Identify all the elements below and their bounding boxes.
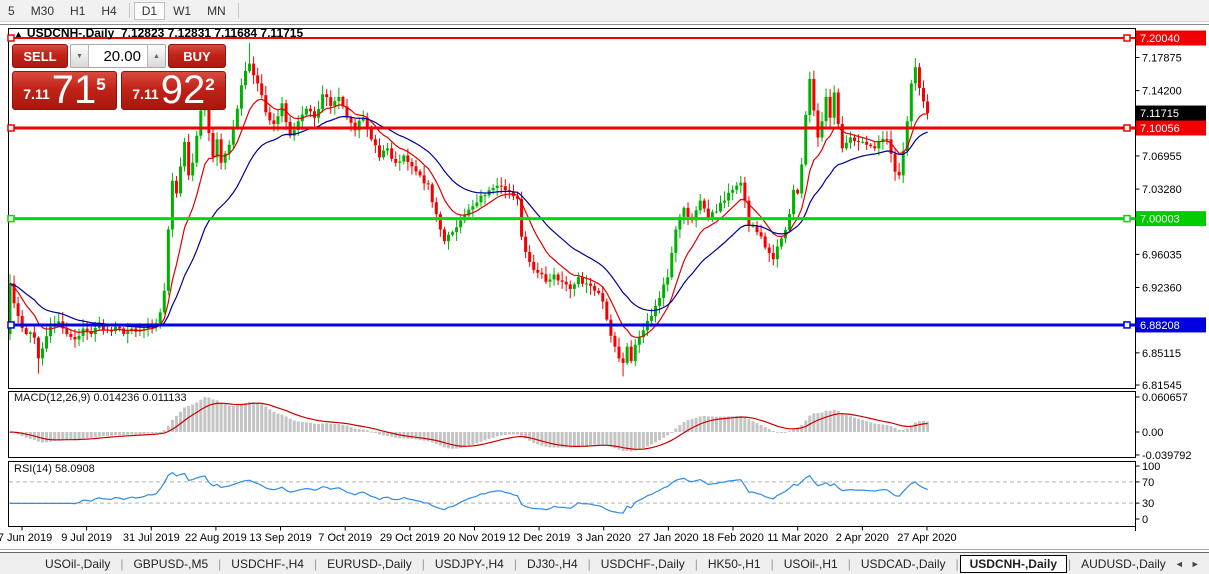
date-axis-label: 12 Dec 2019: [508, 532, 570, 544]
volume-increase-button[interactable]: ▲: [147, 45, 165, 67]
rsi-axis-label: 100: [1142, 461, 1160, 473]
toolbar-separator: [237, 3, 239, 18]
price-axis-label: 7.14200: [1142, 86, 1182, 98]
toolbar-separator: [128, 3, 130, 18]
tab-scroll-right-icon[interactable]: ►: [1191, 559, 1200, 569]
date-axis-label: 3 Jan 2020: [577, 532, 631, 544]
volume-decrease-button[interactable]: ▼: [71, 45, 89, 67]
chart-tab-usoil-h1[interactable]: USOil-,H1: [775, 555, 847, 573]
price-axis-label: 6.92360: [1142, 283, 1182, 295]
chart-tab-usdjpy-h4[interactable]: USDJPY-,H4: [426, 555, 513, 573]
date-axis-label: 7 Oct 2019: [318, 532, 372, 544]
timeframe-button-mn[interactable]: MN: [199, 2, 234, 20]
price-badge-label: 7.00003: [1140, 214, 1180, 226]
date-axis-label: 22 Aug 2019: [185, 532, 247, 544]
level-handle[interactable]: [7, 124, 15, 132]
date-axis-label: 17 Jun 2019: [0, 532, 52, 544]
date-axis-label: 31 Jul 2019: [123, 532, 180, 544]
buy-price-prefix: 7.11: [132, 86, 159, 102]
price-badge-label: 7.10056: [1140, 123, 1180, 135]
macd-axis-label: 0.00: [1142, 427, 1163, 439]
timeframe-button-h1[interactable]: H1: [62, 2, 93, 20]
rsi-axis-label: 0: [1142, 514, 1148, 526]
chart-tab-dj30-h4[interactable]: DJ30-,H4: [518, 555, 587, 573]
timeframe-toolbar: 5 M30 H1 H4 D1 W1 MN: [0, 0, 1209, 22]
price-axis-label: 6.96035: [1142, 249, 1182, 261]
chart-symbol-label: USDCNH-,Daily: [26, 26, 115, 40]
chart-tab-audusd-daily[interactable]: AUDUSD-,Daily: [1072, 555, 1175, 573]
date-axis-label: 11 Mar 2020: [767, 532, 828, 544]
date-axis-label: 27 Apr 2020: [897, 532, 956, 544]
sell-price-big: 71: [51, 68, 97, 112]
buy-price-display[interactable]: 7.11 92 2: [121, 68, 226, 112]
sell-button[interactable]: SELL: [12, 44, 68, 68]
volume-stepper: ▼ 20.00 ▲: [70, 44, 166, 68]
sell-price-prefix: 7.11: [23, 86, 50, 102]
level-handle[interactable]: [1123, 124, 1131, 132]
chart-expand-arrow-icon[interactable]: ▲: [14, 29, 23, 39]
chart-tab-usdchf-h4[interactable]: USDCHF-,H4: [222, 555, 313, 573]
chart-tab-eurusd-daily[interactable]: EURUSD-,Daily: [318, 555, 421, 573]
timeframe-button-h4[interactable]: H4: [93, 2, 124, 20]
chart-tab-gbpusd-m5[interactable]: GBPUSD-,M5: [124, 555, 217, 573]
date-axis-label: 9 Jul 2019: [61, 532, 112, 544]
sell-price-display[interactable]: 7.11 71 5: [12, 68, 117, 112]
level-handle[interactable]: [1123, 321, 1131, 329]
date-axis-label: 29 Oct 2019: [380, 532, 440, 544]
tab-scroll-controls: ◄ ►: [1175, 559, 1200, 569]
tab-scroll-left-icon[interactable]: ◄: [1175, 559, 1184, 569]
chart-title: ▲ USDCNH-,Daily 7.12823 7.12831 7.11684 7…: [14, 26, 303, 40]
rsi-pane[interactable]: [8, 461, 1136, 527]
timeframe-button-m30[interactable]: M30: [23, 2, 62, 20]
level-handle[interactable]: [1123, 214, 1131, 223]
rsi-indicator-label: RSI(14) 58.0908: [14, 463, 95, 475]
macd-axis-label: 0.060657: [1142, 392, 1188, 404]
date-axis-label: 18 Feb 2020: [702, 532, 764, 544]
chart-tab-bar: USOil-,Daily | GBPUSD-,M5 | USDCHF-,H4 | EURUS…: [0, 552, 1209, 574]
price-axis-label: 7.06955: [1142, 151, 1182, 163]
level-handle[interactable]: [1123, 34, 1131, 42]
chart-ohlc-values: 7.12823 7.12831 7.11684 7.11715: [120, 26, 304, 40]
chart-tab-usdchf-daily[interactable]: USDCHF-,Daily: [592, 555, 694, 573]
rsi-axis-label: 70: [1142, 477, 1154, 489]
mt4-window: 5 M30 H1 H4 D1 W1 MN 7.17875 7.14200 7.06955 7.03…: [0, 0, 1209, 574]
buy-button[interactable]: BUY: [168, 44, 226, 68]
date-axis-label: 13 Sep 2019: [249, 532, 311, 544]
price-axis-label: 6.85115: [1142, 348, 1181, 360]
one-click-trading-panel: SELL ▼ 20.00 ▲ BUY 7.11 71 5 7.11 92 2: [12, 44, 226, 110]
chart-tab-usdcnh-daily[interactable]: USDCNH-,Daily: [959, 554, 1067, 573]
price-axis-label: 6.81545: [1142, 380, 1182, 392]
volume-input[interactable]: 20.00: [89, 45, 147, 67]
price-axis-label: 7.17875: [1142, 53, 1182, 65]
rsi-axis-label: 30: [1142, 498, 1154, 510]
price-badge-label: 7.11715: [1140, 108, 1179, 120]
level-handle[interactable]: [7, 321, 15, 329]
timeframe-button-w1[interactable]: W1: [165, 2, 199, 20]
chart-tab-usoil-daily[interactable]: USOil-,Daily: [36, 555, 119, 573]
timeframe-button-d1[interactable]: D1: [133, 1, 166, 20]
price-badge-label: 7.20040: [1140, 33, 1180, 45]
timeframe-button-5[interactable]: 5: [0, 2, 23, 20]
price-axis-label: 7.03280: [1142, 184, 1182, 196]
price-badge-label: 6.88208: [1140, 320, 1180, 332]
buy-price-sup: 2: [205, 75, 215, 94]
chart-tab-usdcad-daily[interactable]: USDCAD-,Daily: [852, 555, 955, 573]
level-handle[interactable]: [7, 214, 15, 223]
date-axis-label: 27 Jan 2020: [638, 532, 699, 544]
macd-indicator-label: MACD(12,26,9) 0.014236 0.011133: [14, 392, 187, 404]
sell-price-sup: 5: [96, 75, 106, 94]
chart-tab-hk50-h1[interactable]: HK50-,H1: [699, 555, 770, 573]
buy-price-big: 92: [160, 68, 206, 112]
date-axis-label: 2 Apr 2020: [836, 532, 889, 544]
date-axis-label: 20 Nov 2019: [443, 532, 505, 544]
